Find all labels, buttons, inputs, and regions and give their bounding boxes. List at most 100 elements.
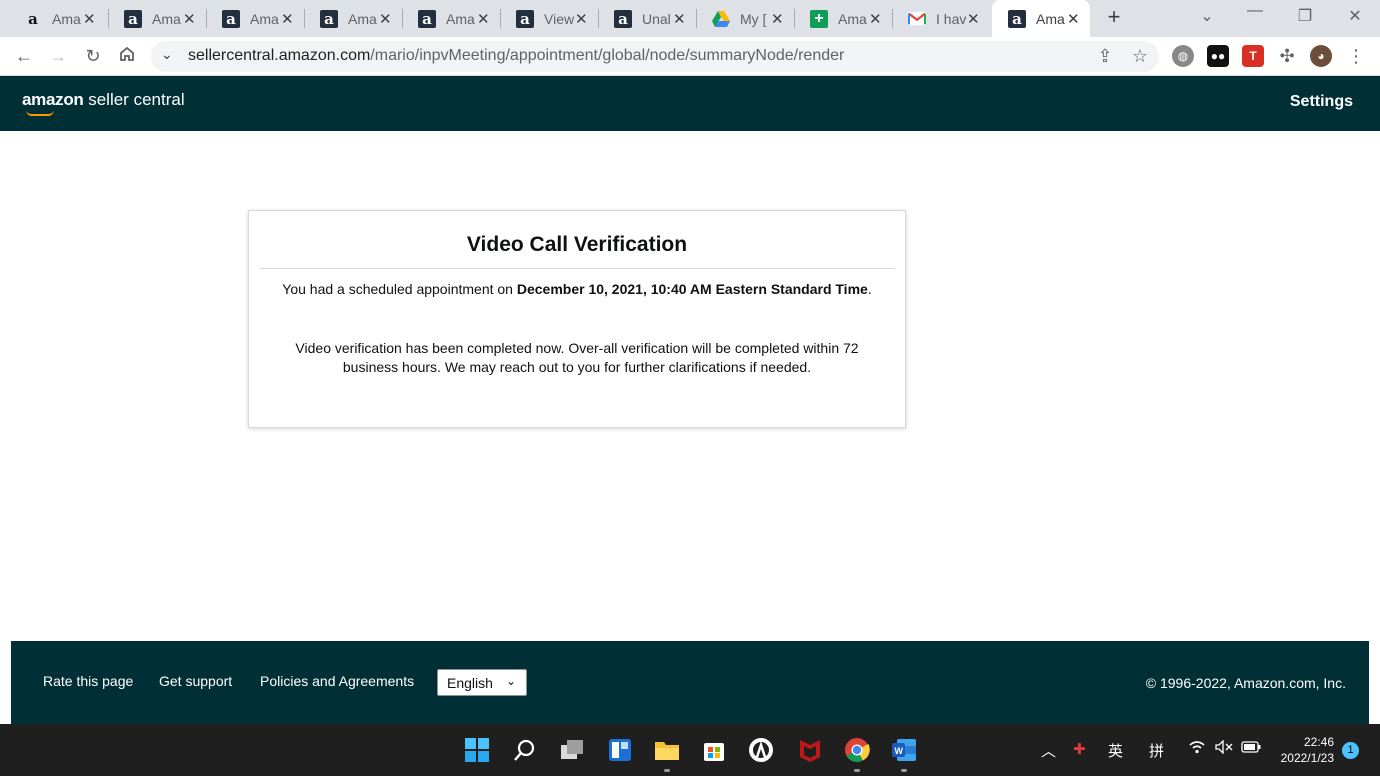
mcafee-icon[interactable] (797, 737, 823, 763)
profile-avatar[interactable]: ◕ (1310, 45, 1332, 67)
windows-taskbar: W ︿ ✚ 英 拼 22:46 2022/1/23 1 (0, 724, 1380, 776)
url-path: /mario/inpvMeeting/appointment/global/no… (370, 47, 845, 64)
clock-date: 2022/1/23 (1280, 751, 1334, 765)
tab-title: Ama (250, 10, 279, 27)
amazon-smile-icon (26, 110, 54, 116)
close-icon[interactable]: ✕ (280, 10, 294, 28)
tab-title: My [ (740, 10, 767, 27)
close-icon[interactable]: ✕ (378, 10, 392, 28)
site-info-icon[interactable]: ⌄ (161, 46, 173, 63)
file-explorer-icon[interactable] (654, 737, 680, 763)
tab-title: Ama (446, 10, 475, 27)
forward-icon[interactable]: → (47, 45, 69, 67)
close-icon[interactable]: ✕ (82, 10, 96, 28)
page-footer: Rate this page Get support Policies and … (11, 641, 1369, 724)
extension-mask-icon[interactable]: ●● (1207, 45, 1229, 67)
amazon-icon: a (28, 9, 38, 28)
close-icon[interactable]: ✕ (672, 10, 686, 28)
tab-title: Ama (1036, 10, 1065, 27)
appointment-prefix: You had a scheduled appointment on (282, 281, 517, 297)
logo-seller-central-text: seller central (83, 90, 185, 109)
amazon-icon: a (320, 9, 338, 28)
reload-icon[interactable]: ↻ (82, 45, 104, 67)
close-icon[interactable]: ✕ (476, 10, 490, 28)
home-icon[interactable] (116, 45, 138, 67)
close-icon[interactable]: ✕ (770, 10, 784, 28)
tab-strip: a Ama ✕ a Ama ✕ a Ama ✕ a Ama ✕ a Ama ✕ … (0, 0, 1380, 37)
search-icon[interactable] (512, 737, 538, 763)
card-title: Video Call Verification (466, 233, 688, 256)
microsoft-store-icon[interactable] (701, 737, 727, 763)
browser-tab[interactable]: a Unal ✕ (598, 0, 696, 37)
gmail-icon (908, 10, 926, 28)
browser-tab[interactable]: I hav ✕ (892, 0, 990, 37)
amazon-icon: a (222, 9, 240, 28)
copyright-text: © 1996-2022, Amazon.com, Inc. (1145, 675, 1346, 691)
amazon-seller-central-logo[interactable]: amazon seller central (22, 90, 185, 116)
completion-message: Video verification has been completed no… (295, 340, 859, 375)
tab-search-icon[interactable]: ⌄ (1195, 6, 1219, 26)
widgets-icon[interactable] (607, 737, 633, 763)
amazon-icon: a (614, 9, 632, 28)
running-indicator (901, 769, 907, 772)
word-icon[interactable]: W (891, 737, 917, 763)
close-icon[interactable]: ✕ (574, 10, 588, 28)
verification-card: Video Call Verification You had a schedu… (248, 210, 906, 428)
chevron-down-icon: ⌄ (505, 674, 516, 688)
browser-tab[interactable]: a Ama ✕ (108, 0, 206, 37)
browser-tab[interactable]: a View ✕ (500, 0, 598, 37)
rate-this-page-link[interactable]: Rate this page (43, 673, 133, 689)
back-icon[interactable]: ← (13, 45, 35, 67)
extension-globe-icon[interactable]: ◍ (1172, 45, 1194, 67)
close-icon[interactable]: ✕ (868, 10, 882, 28)
clock[interactable]: 22:46 2022/1/23 (1270, 734, 1334, 766)
browser-tab[interactable]: + Ama ✕ (794, 0, 892, 37)
google-drive-icon (712, 10, 730, 28)
close-window-button[interactable]: ✕ (1343, 6, 1367, 26)
tab-title: Ama (52, 10, 81, 27)
settings-link[interactable]: Settings (1290, 93, 1353, 111)
app-icon[interactable] (748, 737, 774, 763)
close-icon[interactable]: ✕ (1066, 10, 1080, 28)
windows-start-icon[interactable] (464, 737, 490, 763)
wifi-icon[interactable] (1189, 740, 1205, 758)
browser-tab[interactable]: a Ama ✕ (304, 0, 402, 37)
browser-tab-active[interactable]: a Ama ✕ (992, 0, 1090, 37)
running-indicator (854, 769, 860, 772)
tray-app-icon[interactable]: ✚ (1073, 740, 1086, 758)
address-bar[interactable]: ⌄ sellercentral.amazon.com/mario/inpvMee… (151, 41, 1159, 72)
browser-tab[interactable]: My [ ✕ (696, 0, 794, 37)
extensions-puzzle-icon[interactable]: ✣ (1276, 45, 1298, 67)
get-support-link[interactable]: Get support (159, 673, 232, 689)
extension-t-icon[interactable]: T (1242, 45, 1264, 67)
policies-link[interactable]: Policies and Agreements (260, 673, 414, 689)
language-select[interactable]: English ⌄ (437, 669, 527, 696)
share-icon[interactable]: ⇪ (1094, 45, 1116, 67)
logo-amazon-text: amazon (22, 90, 84, 109)
volume-muted-icon[interactable] (1215, 739, 1233, 758)
close-icon[interactable]: ✕ (966, 10, 980, 28)
task-view-icon[interactable] (559, 737, 585, 763)
ime-input[interactable]: 拼 (1149, 740, 1164, 761)
ime-mode[interactable]: 英 (1108, 740, 1123, 761)
bookmark-star-icon[interactable]: ☆ (1129, 45, 1151, 67)
clock-time: 22:46 (1303, 735, 1334, 749)
appointment-text: You had a scheduled appointment on Decem… (249, 281, 905, 297)
new-tab-button[interactable]: + (1102, 6, 1126, 30)
chrome-icon[interactable] (844, 737, 870, 763)
browser-tab[interactable]: a Ama ✕ (402, 0, 500, 37)
notification-badge[interactable]: 1 (1342, 742, 1359, 759)
close-icon[interactable]: ✕ (182, 10, 196, 28)
url-text[interactable]: sellercentral.amazon.com/mario/inpvMeeti… (188, 47, 844, 65)
chevron-up-icon[interactable]: ︿ (1041, 740, 1056, 761)
browser-tab[interactable]: a Ama ✕ (8, 0, 106, 37)
minimize-button[interactable]: — (1243, 2, 1267, 20)
amazon-icon: a (418, 9, 436, 28)
tab-title: Ama (348, 10, 377, 27)
battery-icon[interactable] (1241, 740, 1261, 757)
divider (260, 268, 895, 269)
amazon-icon: a (124, 9, 142, 28)
menu-icon[interactable]: ⋮ (1345, 45, 1367, 67)
browser-tab[interactable]: a Ama ✕ (206, 0, 304, 37)
restore-button[interactable]: ❐ (1293, 6, 1317, 26)
